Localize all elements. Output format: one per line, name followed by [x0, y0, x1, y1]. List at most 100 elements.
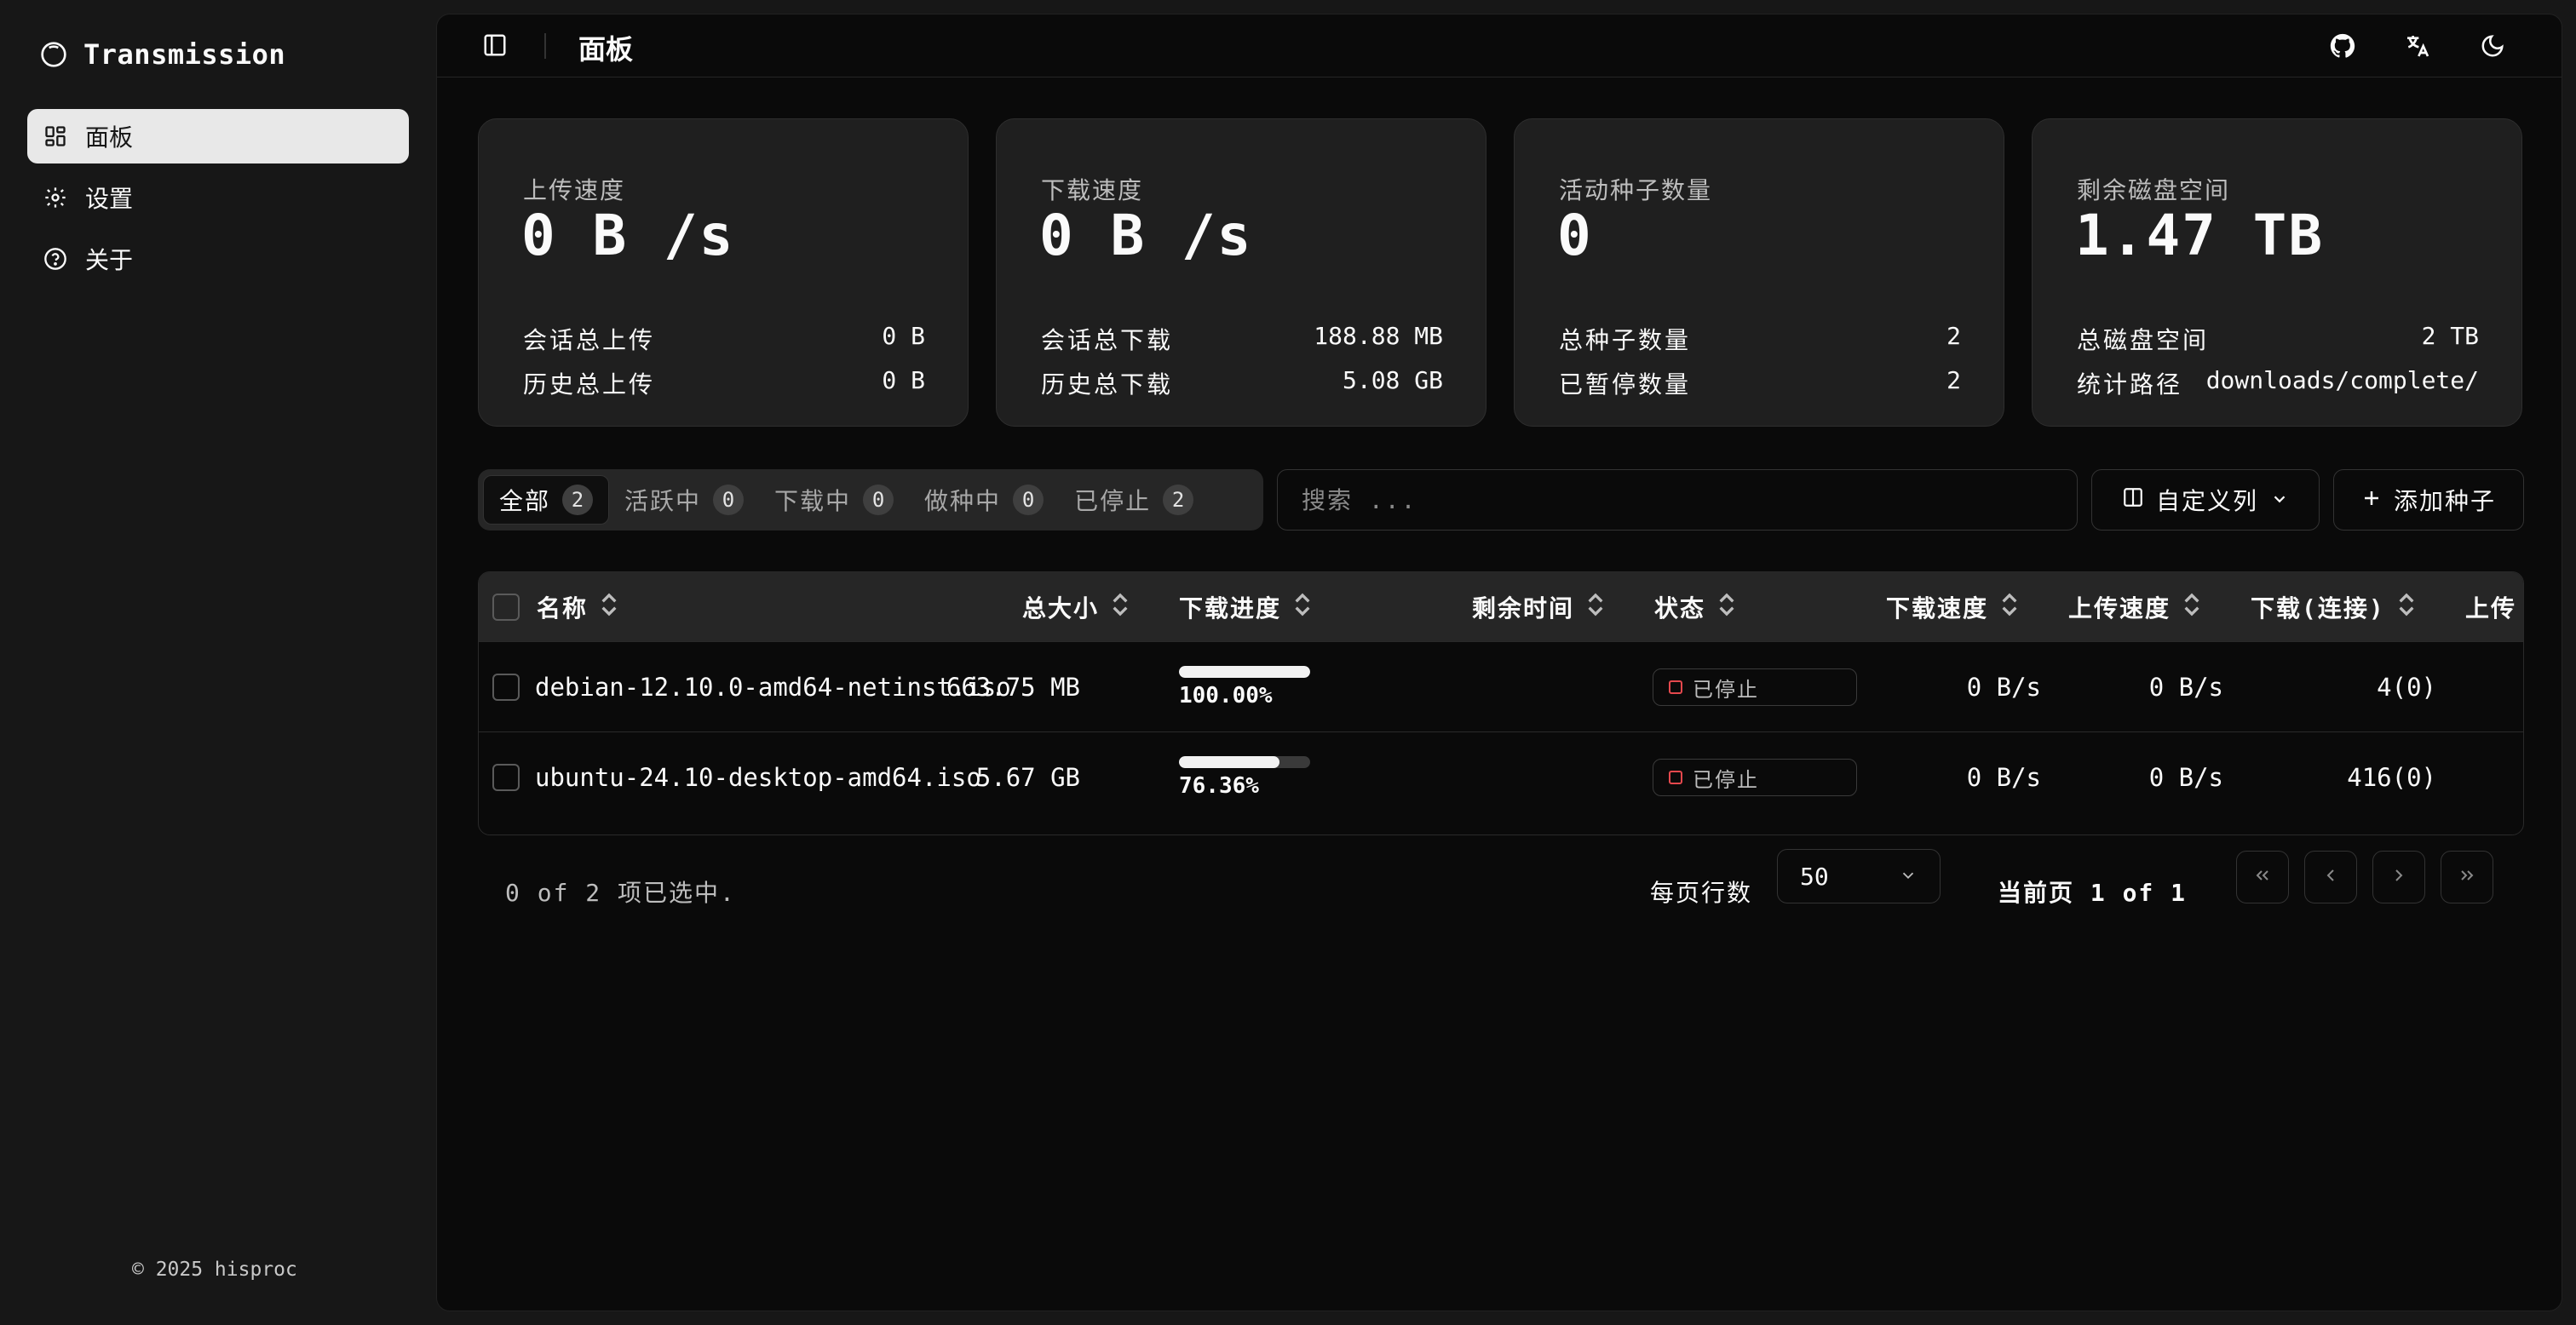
row-select[interactable]: [492, 732, 520, 823]
first-page-button[interactable]: [2236, 851, 2289, 903]
next-page-button[interactable]: [2372, 851, 2425, 903]
stat-row-label: 总种子数量: [1559, 326, 1692, 354]
sidebar-item-label: 关于: [85, 246, 134, 274]
progress-fill: [1179, 666, 1310, 678]
stat-row: 已暂停数量 2: [1559, 366, 1961, 400]
rows-per-page-label: 每页行数: [1650, 879, 1753, 907]
column-header-peers[interactable]: 下载(连接): [2251, 572, 2416, 642]
stat-card-download: 下载速度 0 B /s 会话总下载 188.88 MB 历史总下载 5.08 GB: [996, 118, 1486, 427]
torrent-table: 名称 总大小 下载进度 剩余时间 状态 下载速度 上传速度 下载(连接) 上传 …: [478, 571, 2524, 835]
progress-bar: [1179, 666, 1310, 678]
sidebar-item-dashboard[interactable]: 面板: [27, 109, 409, 163]
stat-row-value: 5.08 GB: [1342, 366, 1443, 394]
stat-value: 1.47 TB: [2075, 203, 2325, 268]
stat-label: 上传速度: [523, 176, 626, 204]
stat-row: 总种子数量 2: [1559, 322, 1961, 356]
status-badge: 已停止: [1653, 759, 1857, 796]
column-header-progress[interactable]: 下载进度: [1179, 572, 1312, 642]
previous-page-button[interactable]: [2304, 851, 2357, 903]
stop-icon: [1669, 680, 1682, 694]
status-label: 已停止: [1693, 677, 1759, 702]
stat-row-value: 0 B: [882, 322, 925, 350]
tab-downloading[interactable]: 下载中 0: [759, 475, 909, 525]
stat-row-value: 2: [1946, 322, 1961, 350]
sidebar: Transmission 面板 设置 关于 © 2025 hisproc: [0, 0, 436, 1325]
stat-row: 总磁盘空间 2 TB: [2077, 322, 2479, 356]
stat-row-label: 历史总上传: [523, 370, 656, 399]
column-label: 下载速度: [1886, 594, 1989, 622]
progress-text: 100.00%: [1179, 683, 1273, 708]
last-page-button[interactable]: [2441, 851, 2493, 903]
tab-stopped[interactable]: 已停止 2: [1059, 475, 1209, 525]
chevrons-left-icon: [2252, 865, 2273, 889]
divider: [544, 33, 546, 59]
stat-row-label: 会话总下载: [1041, 326, 1174, 354]
torrent-download-speed: 0 B/s: [1966, 673, 2041, 702]
table-row[interactable]: ubuntu-24.10-desktop-amd64.iso 5.67 GB 7…: [479, 732, 2523, 823]
stat-row-label: 会话总上传: [523, 326, 656, 354]
sort-icon: [2182, 592, 2201, 623]
top-bar: 面板: [437, 14, 2562, 77]
torrent-status: 已停止: [1653, 732, 1857, 823]
column-header-status[interactable]: 状态: [1654, 572, 1736, 642]
column-header-upload-speed[interactable]: 上传速度: [2068, 572, 2201, 642]
tab-all[interactable]: 全部 2: [483, 475, 610, 525]
gear-icon: [43, 185, 68, 210]
column-label: 名称: [537, 594, 589, 622]
stat-row-value: downloads/complete/: [2205, 366, 2479, 394]
sidebar-toggle-icon[interactable]: [480, 30, 510, 60]
stat-value: 0 B /s: [521, 203, 735, 268]
count-badge: 2: [562, 485, 594, 515]
search-input[interactable]: [1277, 469, 2078, 531]
rows-per-page-value: 50: [1800, 862, 1829, 891]
footer-copyright: © 2025 hisproc: [132, 1259, 297, 1281]
count-badge: 0: [863, 485, 894, 515]
table-header: 名称 总大小 下载进度 剩余时间 状态 下载速度 上传速度 下载(连接) 上传: [479, 572, 2523, 642]
torrent-size: 663.75 MB: [946, 673, 1080, 702]
github-icon[interactable]: [2326, 30, 2359, 62]
brand[interactable]: Transmission: [39, 34, 285, 75]
stat-value: 0: [1557, 203, 1593, 268]
tab-label: 做种中: [924, 487, 1002, 515]
column-header-eta[interactable]: 剩余时间: [1472, 572, 1605, 642]
column-header-name[interactable]: 名称: [537, 572, 618, 642]
main-panel: 面板 上传速度 0 B /s 会话总上传 0 B 历史总上传 0 B 下载速度 0 …: [436, 14, 2562, 1311]
checkbox[interactable]: [492, 674, 520, 701]
status-label: 已停止: [1693, 767, 1759, 792]
checkbox[interactable]: [492, 594, 520, 621]
select-all-checkbox[interactable]: [492, 572, 520, 642]
checkbox[interactable]: [492, 764, 520, 791]
progress-bar: [1179, 756, 1310, 768]
sidebar-item-about[interactable]: 关于: [27, 232, 409, 286]
table-row[interactable]: debian-12.10.0-amd64-netinst.iso 663.75 …: [479, 642, 2523, 732]
column-label: 状态: [1654, 594, 1706, 622]
moon-icon[interactable]: [2476, 30, 2509, 62]
column-header-upload[interactable]: 上传: [2465, 572, 2516, 642]
rows-per-page-select[interactable]: 50: [1777, 849, 1941, 903]
column-label: 上传: [2465, 594, 2517, 622]
stat-card-upload: 上传速度 0 B /s 会话总上传 0 B 历史总上传 0 B: [478, 118, 969, 427]
torrent-size: 5.67 GB: [975, 763, 1080, 792]
sidebar-item-settings[interactable]: 设置: [27, 170, 409, 225]
add-torrent-button[interactable]: 添加种子: [2333, 469, 2524, 531]
plus-icon: [2361, 486, 2382, 514]
column-header-download-speed[interactable]: 下载速度: [1886, 572, 2019, 642]
tab-label: 已停止: [1074, 487, 1152, 515]
count-badge: 2: [1163, 485, 1194, 515]
customize-columns-button[interactable]: 自定义列: [2091, 469, 2320, 531]
dashboard-icon: [43, 123, 68, 149]
column-header-size[interactable]: 总大小: [1022, 572, 1130, 642]
stat-row-label: 已暂停数量: [1559, 370, 1692, 399]
tab-seeding[interactable]: 做种中 0: [909, 475, 1059, 525]
tab-label: 下载中: [774, 487, 852, 515]
chevron-down-icon: [1899, 863, 1918, 891]
selection-count: 0 of 2 项已选中.: [505, 879, 736, 907]
translate-icon[interactable]: [2401, 30, 2434, 62]
tab-active[interactable]: 活跃中 0: [609, 475, 759, 525]
stat-row-value: 2 TB: [2421, 322, 2479, 350]
row-select[interactable]: [492, 642, 520, 732]
tab-label: 活跃中: [624, 487, 702, 515]
sort-icon: [600, 592, 618, 623]
column-label: 总大小: [1022, 594, 1100, 622]
stat-row-value: 188.88 MB: [1314, 322, 1443, 350]
